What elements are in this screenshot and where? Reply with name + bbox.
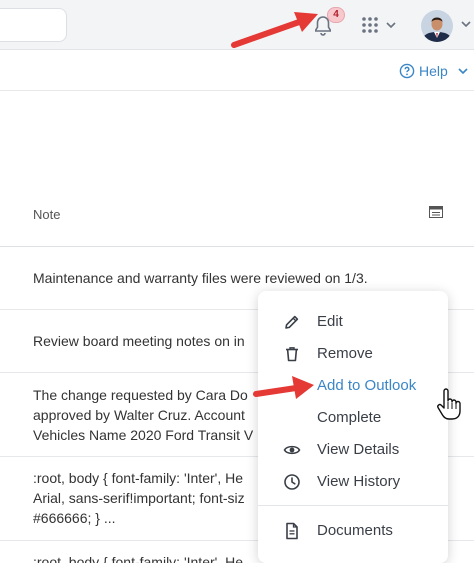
apps-grid-icon bbox=[362, 17, 396, 33]
note-text: Maintenance and warranty files were revi… bbox=[33, 270, 368, 286]
menu-item-label: Documents bbox=[317, 522, 393, 539]
column-header-note: Note bbox=[33, 207, 61, 222]
avatar[interactable] bbox=[421, 10, 453, 42]
menu-item-remove[interactable]: Remove bbox=[258, 340, 448, 368]
chevron-down-icon bbox=[458, 68, 468, 75]
menu-item-label: View History bbox=[317, 473, 401, 490]
top-bar: 4 bbox=[0, 0, 474, 50]
chevron-down-icon[interactable] bbox=[461, 20, 471, 28]
hand-cursor-icon bbox=[437, 388, 461, 420]
menu-item-view-history[interactable]: View History bbox=[258, 468, 448, 496]
table-header: Note bbox=[0, 193, 474, 247]
menu-item-add-to-outlook[interactable]: Add to Outlook bbox=[258, 372, 448, 400]
search-input[interactable] bbox=[0, 8, 67, 42]
menu-item-view-details[interactable]: View Details bbox=[258, 436, 448, 464]
context-menu: Edit Remove Add to Outlook Complete View… bbox=[258, 291, 448, 563]
menu-item-label: Remove bbox=[317, 345, 373, 362]
pencil-icon bbox=[285, 315, 299, 329]
document-icon bbox=[286, 522, 298, 540]
clock-icon bbox=[284, 474, 300, 490]
help-circle-icon bbox=[399, 63, 415, 79]
notification-badge: 4 bbox=[327, 7, 345, 23]
menu-item-label: Add to Outlook bbox=[317, 377, 417, 394]
menu-item-label: Edit bbox=[317, 313, 343, 330]
menu-divider bbox=[258, 505, 448, 506]
column-settings-icon[interactable] bbox=[429, 206, 443, 218]
help-label: Help bbox=[419, 63, 448, 79]
menu-item-label: View Details bbox=[317, 441, 400, 458]
menu-item-documents[interactable]: Documents bbox=[258, 517, 448, 545]
help-link[interactable]: Help bbox=[399, 63, 468, 79]
menu-item-label: Complete bbox=[317, 409, 382, 426]
help-bar: Help bbox=[0, 51, 474, 91]
eye-icon bbox=[283, 445, 301, 455]
menu-item-edit[interactable]: Edit bbox=[258, 308, 448, 336]
trash-icon bbox=[286, 347, 298, 362]
menu-item-complete[interactable]: Complete bbox=[258, 404, 448, 432]
apps-menu[interactable] bbox=[361, 15, 401, 35]
